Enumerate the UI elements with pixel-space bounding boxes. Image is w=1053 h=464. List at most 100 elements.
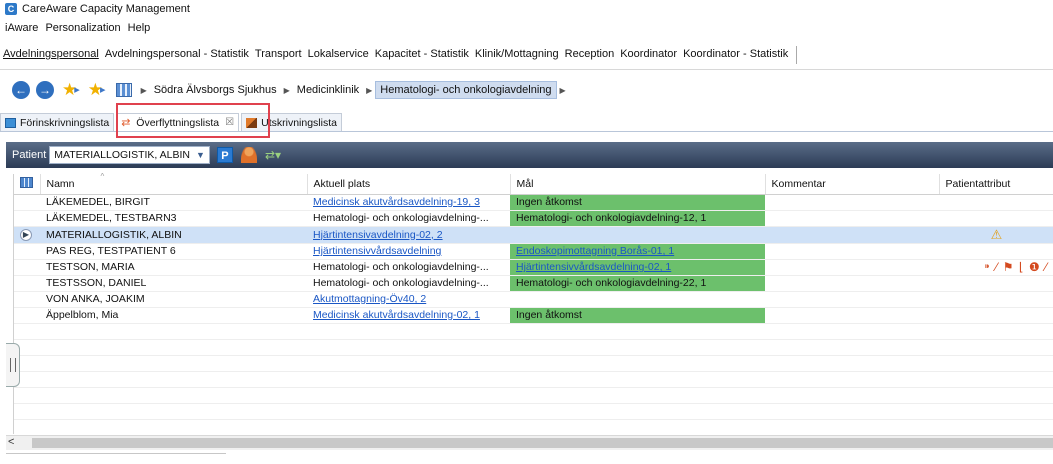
header-namn[interactable]: ^ Namn (40, 172, 308, 195)
perspective-reception[interactable]: Reception (565, 44, 615, 64)
breadcrumb-hospital[interactable]: Södra Älvsborgs Sjukhus (150, 82, 281, 98)
cell-comment (765, 210, 939, 227)
scrollbar-thumb[interactable] (32, 438, 1053, 448)
menu-help[interactable]: Help (128, 22, 151, 34)
breadcrumb-separator-icon: ▶ (140, 85, 147, 95)
empty-row (14, 323, 1053, 340)
empty-row (14, 371, 1053, 388)
header-label: Namn (46, 177, 75, 190)
empty-row (14, 387, 1053, 404)
row-marker (14, 275, 40, 292)
scroll-left-icon[interactable]: < (8, 436, 14, 448)
transfer-dropdown-icon[interactable]: ⇄▾ (265, 148, 281, 162)
perspective-avdelningspersonal[interactable]: Avdelningspersonal (3, 44, 99, 64)
perspective-koordinator-statistik[interactable]: Koordinator - Statistik (683, 44, 788, 64)
breadcrumb-ward[interactable]: Hematologi- och onkologiavdelning (375, 81, 557, 99)
cell-location: Hematologi- och onkologiavdelning-... (307, 259, 510, 276)
cell-attributes (939, 194, 1053, 211)
tab-forinskrivningslista[interactable]: Förinskrivningslista (0, 113, 115, 131)
navigation-bar: ← → ★ ▸ ★ ▸ ▶ Södra Älvsborgs Sjukhus ▶ … (6, 76, 1053, 104)
side-panel-handle[interactable] (6, 343, 20, 387)
bottom-tab-strip (6, 453, 226, 464)
patient-attribute-icons[interactable]: ⁍ ⁄ ⚑ ⌊ ❶ ⁄ (984, 260, 1048, 274)
patient-label: Patient (12, 149, 47, 161)
chevron-down-icon: ▼ (196, 150, 205, 160)
cell-name: LÄKEMEDEL, TESTBARN3 (40, 210, 307, 227)
cell-comment (765, 194, 939, 211)
perspective-klinik-mottagning[interactable]: Klinik/Mottagning (475, 44, 559, 64)
cell-name: TESTSSON, DANIEL (40, 275, 307, 292)
cell-location-link[interactable]: Medicinsk akutvårdsavdelning-02, 1 (307, 307, 510, 324)
breadcrumb-separator-icon[interactable]: ▶ (560, 86, 566, 95)
menu-personalization[interactable]: Personalization (45, 22, 120, 34)
header-aktuell-plats[interactable]: Aktuell plats (307, 174, 511, 195)
row-marker (14, 210, 40, 227)
cell-location-link[interactable]: Akutmottagning-Öv40, 2 (307, 291, 510, 308)
patient-select-value: MATERIALLOGISTIK, ALBIN (54, 149, 191, 161)
row-selected-arrow-icon[interactable]: ▶ (20, 229, 32, 241)
row-marker (14, 307, 40, 324)
patient-select[interactable]: MATERIALLOGISTIK, ALBIN ▼ (49, 146, 210, 164)
perspective-avdelningspersonal-statistik[interactable]: Avdelningspersonal - Statistik (105, 44, 249, 64)
unit-grid-icon[interactable] (115, 83, 132, 97)
perspective-kapacitet-statistik[interactable]: Kapacitet - Statistik (375, 44, 469, 64)
breadcrumb: ▶ Södra Älvsborgs Sjukhus ▶ Medicinklini… (138, 81, 569, 99)
perspective-koordinator[interactable]: Koordinator (620, 44, 677, 64)
highlight-annotation (116, 103, 270, 138)
horizontal-scrollbar[interactable]: < (6, 435, 1053, 450)
add-favorite-dropdown-icon[interactable]: ▸ (100, 81, 106, 99)
cell-comment (765, 307, 939, 324)
table-row[interactable]: VON ANKA, JOAKIM Akutmottagning-Öv40, 2 (14, 291, 1053, 308)
cell-attributes (939, 291, 1053, 308)
admission-list-icon (5, 117, 16, 128)
table-row[interactable]: Äppelblom, Mia Medicinsk akutvårdsavdeln… (14, 307, 1053, 324)
cell-name: MATERIALLOGISTIK, ALBIN (40, 226, 307, 244)
app-logo-icon: C (5, 3, 17, 15)
table-row[interactable]: ▶ MATERIALLOGISTIK, ALBIN Hjärtintensiva… (14, 226, 1053, 244)
cell-target: Hematologi- och onkologiavdelning-12, 1 (510, 210, 765, 227)
cell-target-link[interactable]: Hjärtintensivvårdsavdelning-02, 1 (510, 259, 765, 276)
table-row[interactable]: PAS REG, TESTPATIENT 6 Hjärtintensivvård… (14, 243, 1053, 260)
warning-icon[interactable]: ⚠ (991, 227, 1003, 242)
title-bar: C CareAware Capacity Management (0, 0, 1053, 18)
patient-toolbar: Patient MATERIALLOGISTIK, ALBIN ▼ P ⇄▾ (6, 142, 1053, 168)
perspective-bar: Avdelningspersonal Avdelningspersonal - … (0, 44, 1053, 70)
table-row[interactable]: TESTSSON, DANIEL Hematologi- och onkolog… (14, 275, 1053, 292)
cell-target: Hematologi- och onkologiavdelning-22, 1 (510, 275, 765, 292)
cell-location-link[interactable]: Hjärtintensivavdelning-02, 2 (307, 226, 510, 244)
person-icon[interactable] (240, 147, 257, 163)
cell-target-link[interactable]: Endoskopimottagning Borås-01, 1 (510, 243, 765, 260)
favorite-dropdown-icon[interactable]: ▸ (74, 81, 80, 99)
cell-attributes: ⁍ ⁄ ⚑ ⌊ ❶ ⁄ (939, 259, 1053, 276)
cell-name: VON ANKA, JOAKIM (40, 291, 307, 308)
sort-caret-icon: ^ (100, 172, 105, 181)
table-row[interactable]: TESTSON, MARIA Hematologi- och onkologia… (14, 259, 1053, 276)
cell-location: Hematologi- och onkologiavdelning-... (307, 210, 510, 227)
column-chooser-header[interactable] (14, 174, 41, 195)
empty-row (14, 339, 1053, 356)
back-arrow-icon[interactable]: ← (12, 81, 30, 99)
cell-name: PAS REG, TESTPATIENT 6 (40, 243, 307, 260)
parking-p-icon[interactable]: P (216, 147, 233, 163)
menu-iaware[interactable]: iAware (5, 22, 38, 34)
column-chooser-icon[interactable] (20, 176, 33, 188)
app-title: CareAware Capacity Management (22, 3, 190, 15)
row-marker (14, 291, 40, 308)
table-row[interactable]: LÄKEMEDEL, BIRGIT Medicinsk akutvårdsavd… (14, 194, 1053, 211)
perspective-lokalservice[interactable]: Lokalservice (308, 44, 369, 64)
table-row[interactable]: LÄKEMEDEL, TESTBARN3 Hematologi- och onk… (14, 210, 1053, 227)
row-marker (14, 243, 40, 260)
cell-location-link[interactable]: Hjärtintensivvårdsavdelning (307, 243, 510, 260)
cell-target (510, 291, 765, 308)
cell-attributes (939, 210, 1053, 227)
forward-arrow-icon[interactable]: → (36, 81, 54, 99)
perspective-transport[interactable]: Transport (255, 44, 302, 64)
header-patientattribut[interactable]: Patientattribut (939, 174, 1053, 195)
header-mal[interactable]: Mål (510, 174, 766, 195)
cell-location-link[interactable]: Medicinsk akutvårdsavdelning-19, 3 (307, 194, 510, 211)
cell-target: Ingen åtkomst (510, 307, 765, 324)
header-kommentar[interactable]: Kommentar (765, 174, 940, 195)
cell-comment (765, 243, 939, 260)
empty-row (14, 403, 1053, 420)
breadcrumb-clinic[interactable]: Medicinklinik (293, 82, 363, 98)
